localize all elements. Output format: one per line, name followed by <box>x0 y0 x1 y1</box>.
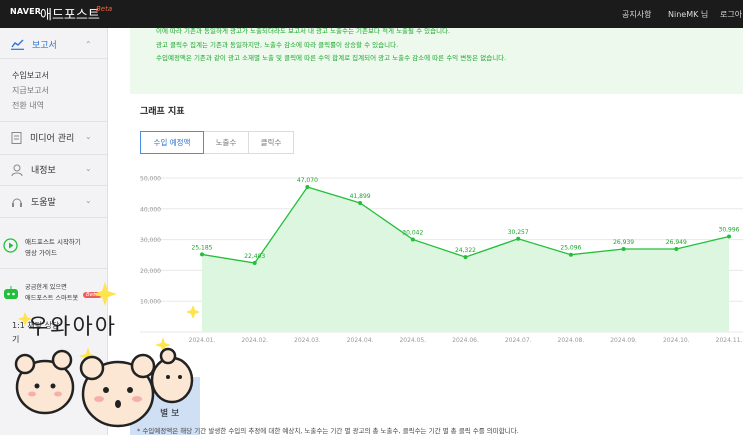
guide-line-1: 애드포스트 시작하기 <box>25 238 81 246</box>
data-point <box>568 252 573 257</box>
x-tick-label: 2024.05. <box>399 337 426 344</box>
y-tick-label: 40,000 <box>140 206 161 213</box>
data-label: 25,185 <box>192 244 213 251</box>
tab-expected-income[interactable]: 수입 예정액 <box>140 131 204 154</box>
tab-clicks[interactable]: 클릭수 <box>249 131 294 154</box>
naver-logo[interactable]: NAVER <box>10 7 41 16</box>
x-tick-label: 2024.03. <box>294 337 321 344</box>
data-point <box>674 246 679 251</box>
data-label: 41,899 <box>350 193 371 200</box>
y-tick-label: 50,000 <box>140 176 161 183</box>
graph-tabs: 수입 예정액 노출수 클릭수 <box>140 131 294 154</box>
notice-box: 이에 따라 기존과 동일하게 광고가 노출되더라도 보고서 내 광고 노출수는 … <box>130 27 743 94</box>
y-tick-label: 20,000 <box>140 268 161 275</box>
top-navigation-bar: NAVER 애드포스트 Beta 공지사항 NineMK 님 로그아 <box>0 0 743 28</box>
logout-link[interactable]: 로그아 <box>720 9 742 20</box>
sidebar-subitem-income-report[interactable]: 수입보고서 <box>12 70 49 81</box>
data-point <box>252 260 257 265</box>
sticker-overlay: 우와아아 별 보 <box>0 282 205 435</box>
data-point <box>410 237 415 242</box>
data-label: 26,949 <box>666 239 687 246</box>
sidebar-item-label: 도움말 <box>31 198 56 208</box>
sidebar-item-report[interactable]: 보고서 <box>11 38 57 51</box>
data-point <box>358 200 363 205</box>
chevron-down-icon[interactable]: ⌄ <box>85 164 92 173</box>
notice-link[interactable]: 공지사항 <box>622 9 651 20</box>
sidebar-item-label: 보고서 <box>32 41 57 51</box>
partial-heading: 별 보 <box>160 409 180 419</box>
data-point <box>463 255 468 260</box>
x-tick-label: 2024.06. <box>452 337 479 344</box>
x-tick-label: 2024.10. <box>663 337 690 344</box>
data-point <box>727 234 731 239</box>
sidebar-item-myinfo[interactable]: 내정보 <box>11 163 56 176</box>
app-title[interactable]: 애드포스트 <box>40 4 100 23</box>
data-label: 47,070 <box>297 177 318 184</box>
chart-line-icon <box>11 39 24 50</box>
x-tick-label: 2024.07. <box>505 337 532 344</box>
play-circle-icon <box>3 238 18 253</box>
sidebar-subitem-conversion[interactable]: 전환 내역 <box>12 100 44 111</box>
data-point <box>305 185 310 190</box>
sidebar-subitem-payment-report[interactable]: 지급보고서 <box>12 85 49 96</box>
sidebar-item-label: 미디어 관리 <box>30 134 75 144</box>
guide-line-2: 영상 가이드 <box>25 249 57 257</box>
data-point <box>200 252 204 257</box>
income-chart: 50,00040,00030,00020,00010,00025,18522,4… <box>140 176 743 344</box>
sidebar-item-label: 내정보 <box>31 166 56 176</box>
sidebar-item-media[interactable]: 미디어 관리 <box>11 131 74 144</box>
data-point <box>621 247 626 252</box>
x-tick-label: 2024.08. <box>558 337 585 344</box>
data-label: 22,403 <box>244 253 265 260</box>
data-label: 26,939 <box>613 239 634 246</box>
chart-footnote: * 수입예정액은 해당 기간 발생한 수입의 추정에 대한 예상치, 노출수는 … <box>137 427 519 435</box>
sidebar-item-help[interactable]: 도움말 <box>11 195 56 208</box>
data-label: 25,096 <box>560 245 581 252</box>
x-tick-label: 2024.02. <box>241 337 268 344</box>
tab-impressions[interactable]: 노출수 <box>204 131 249 154</box>
document-icon <box>11 131 22 144</box>
notice-line-2: 광고 클릭수 집계는 기존과 동일하지만, 노출수 감소에 따라 클릭률이 상승… <box>156 41 399 49</box>
data-label: 30,042 <box>402 229 423 236</box>
chevron-up-icon[interactable]: ⌃ <box>85 40 92 49</box>
graph-section-title: 그래프 지표 <box>140 107 185 117</box>
x-tick-label: 2024.09. <box>610 337 637 344</box>
user-name[interactable]: NineMK 님 <box>668 9 708 20</box>
headset-icon <box>12 198 22 207</box>
person-icon <box>11 164 23 176</box>
notice-line-3: 수입예정액은 기존과 같이 광고 소재별 노출 및 클릭에 따른 수익 합계로 … <box>156 54 507 62</box>
data-label: 30,996 <box>719 227 740 234</box>
chevron-down-icon[interactable]: ⌄ <box>85 132 92 141</box>
data-label: 24,322 <box>455 247 476 254</box>
data-point <box>516 236 521 241</box>
x-tick-label: 2024.11. <box>716 337 743 344</box>
y-tick-label: 30,000 <box>140 237 161 244</box>
beta-badge: Beta <box>96 5 113 13</box>
x-tick-label: 2024.04. <box>347 337 374 344</box>
chevron-down-icon[interactable]: ⌄ <box>85 196 92 205</box>
data-label: 30,257 <box>508 229 529 236</box>
notice-line-1: 이에 따라 기존과 동일하게 광고가 노출되더라도 보고서 내 광고 노출수는 … <box>156 27 451 35</box>
